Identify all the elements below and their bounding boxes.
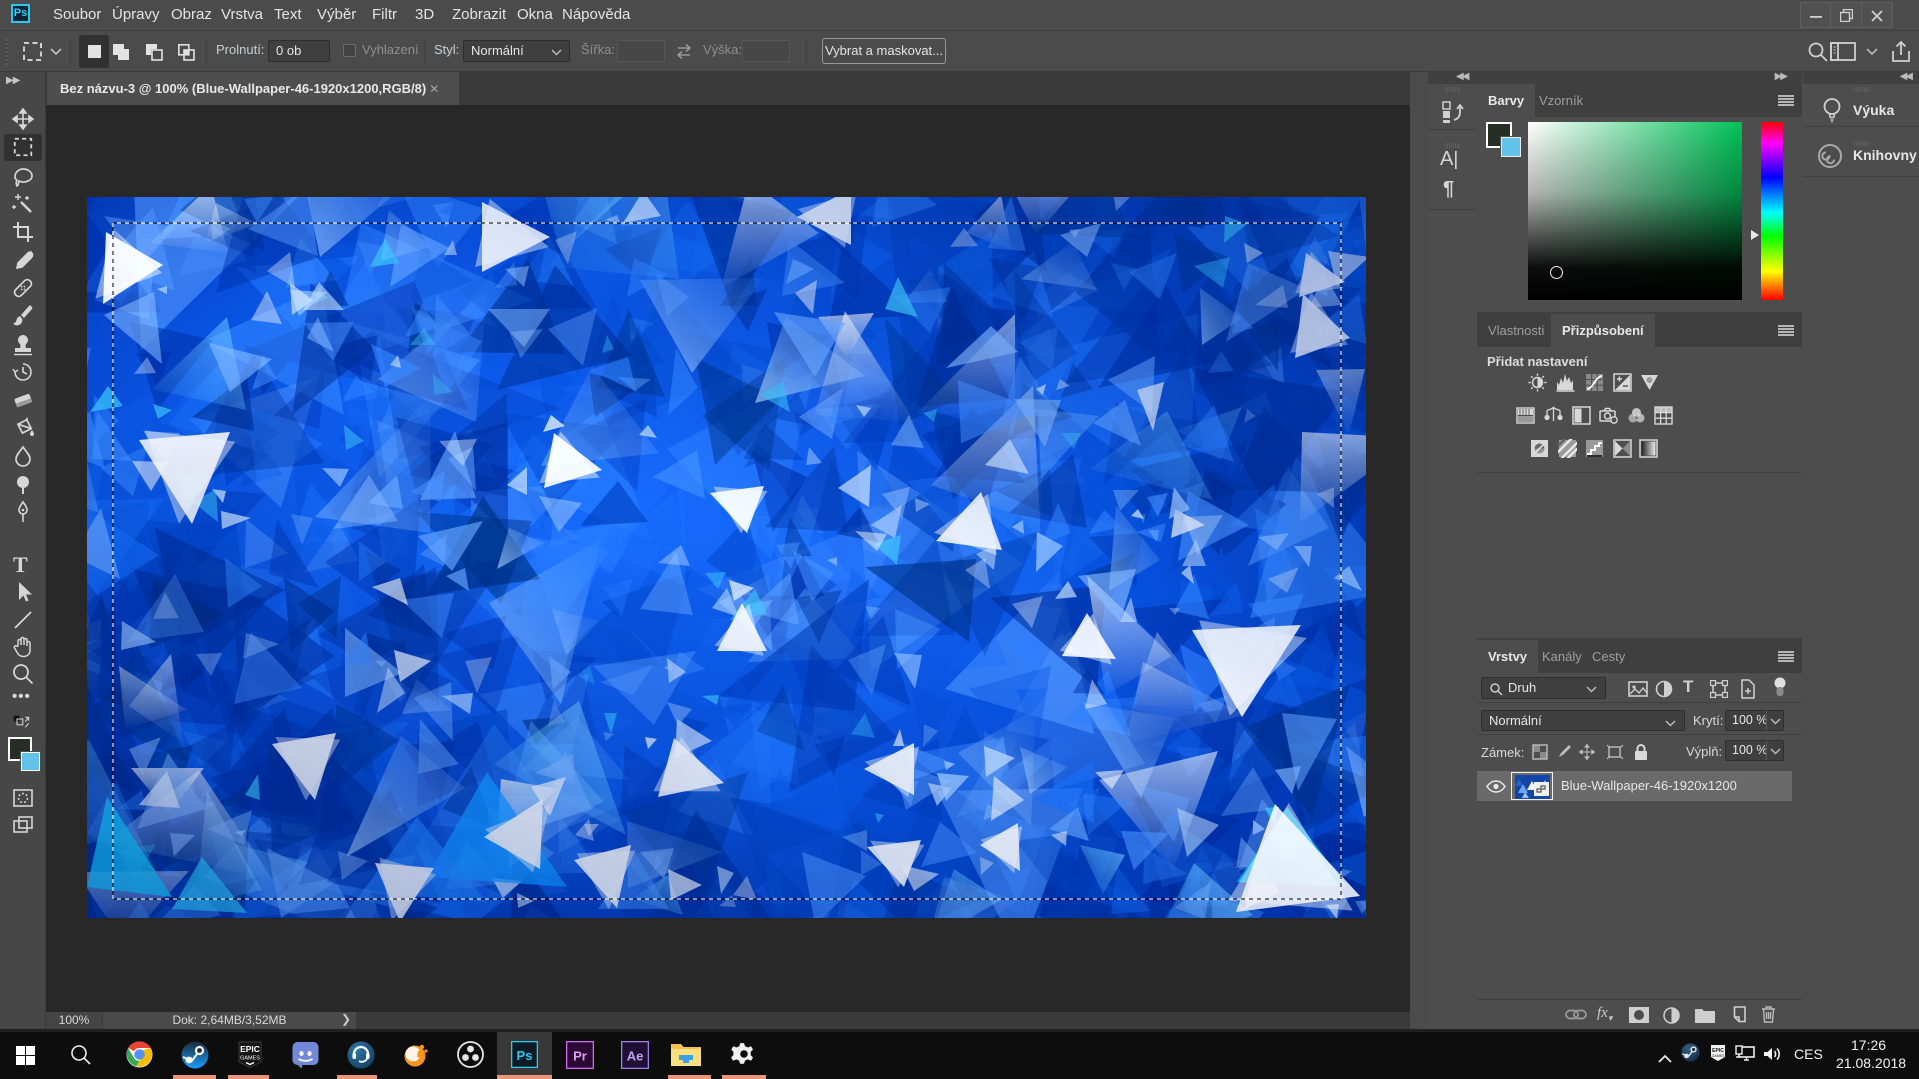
svg-text:Ae: Ae (627, 1049, 644, 1064)
svg-text:EPIC: EPIC (240, 1044, 260, 1054)
svg-text:GAMES: GAMES (1712, 1054, 1725, 1058)
svg-text:GAMES: GAMES (240, 1056, 260, 1062)
svg-text:Pr: Pr (573, 1049, 587, 1064)
svg-text:Ps: Ps (517, 1048, 533, 1063)
